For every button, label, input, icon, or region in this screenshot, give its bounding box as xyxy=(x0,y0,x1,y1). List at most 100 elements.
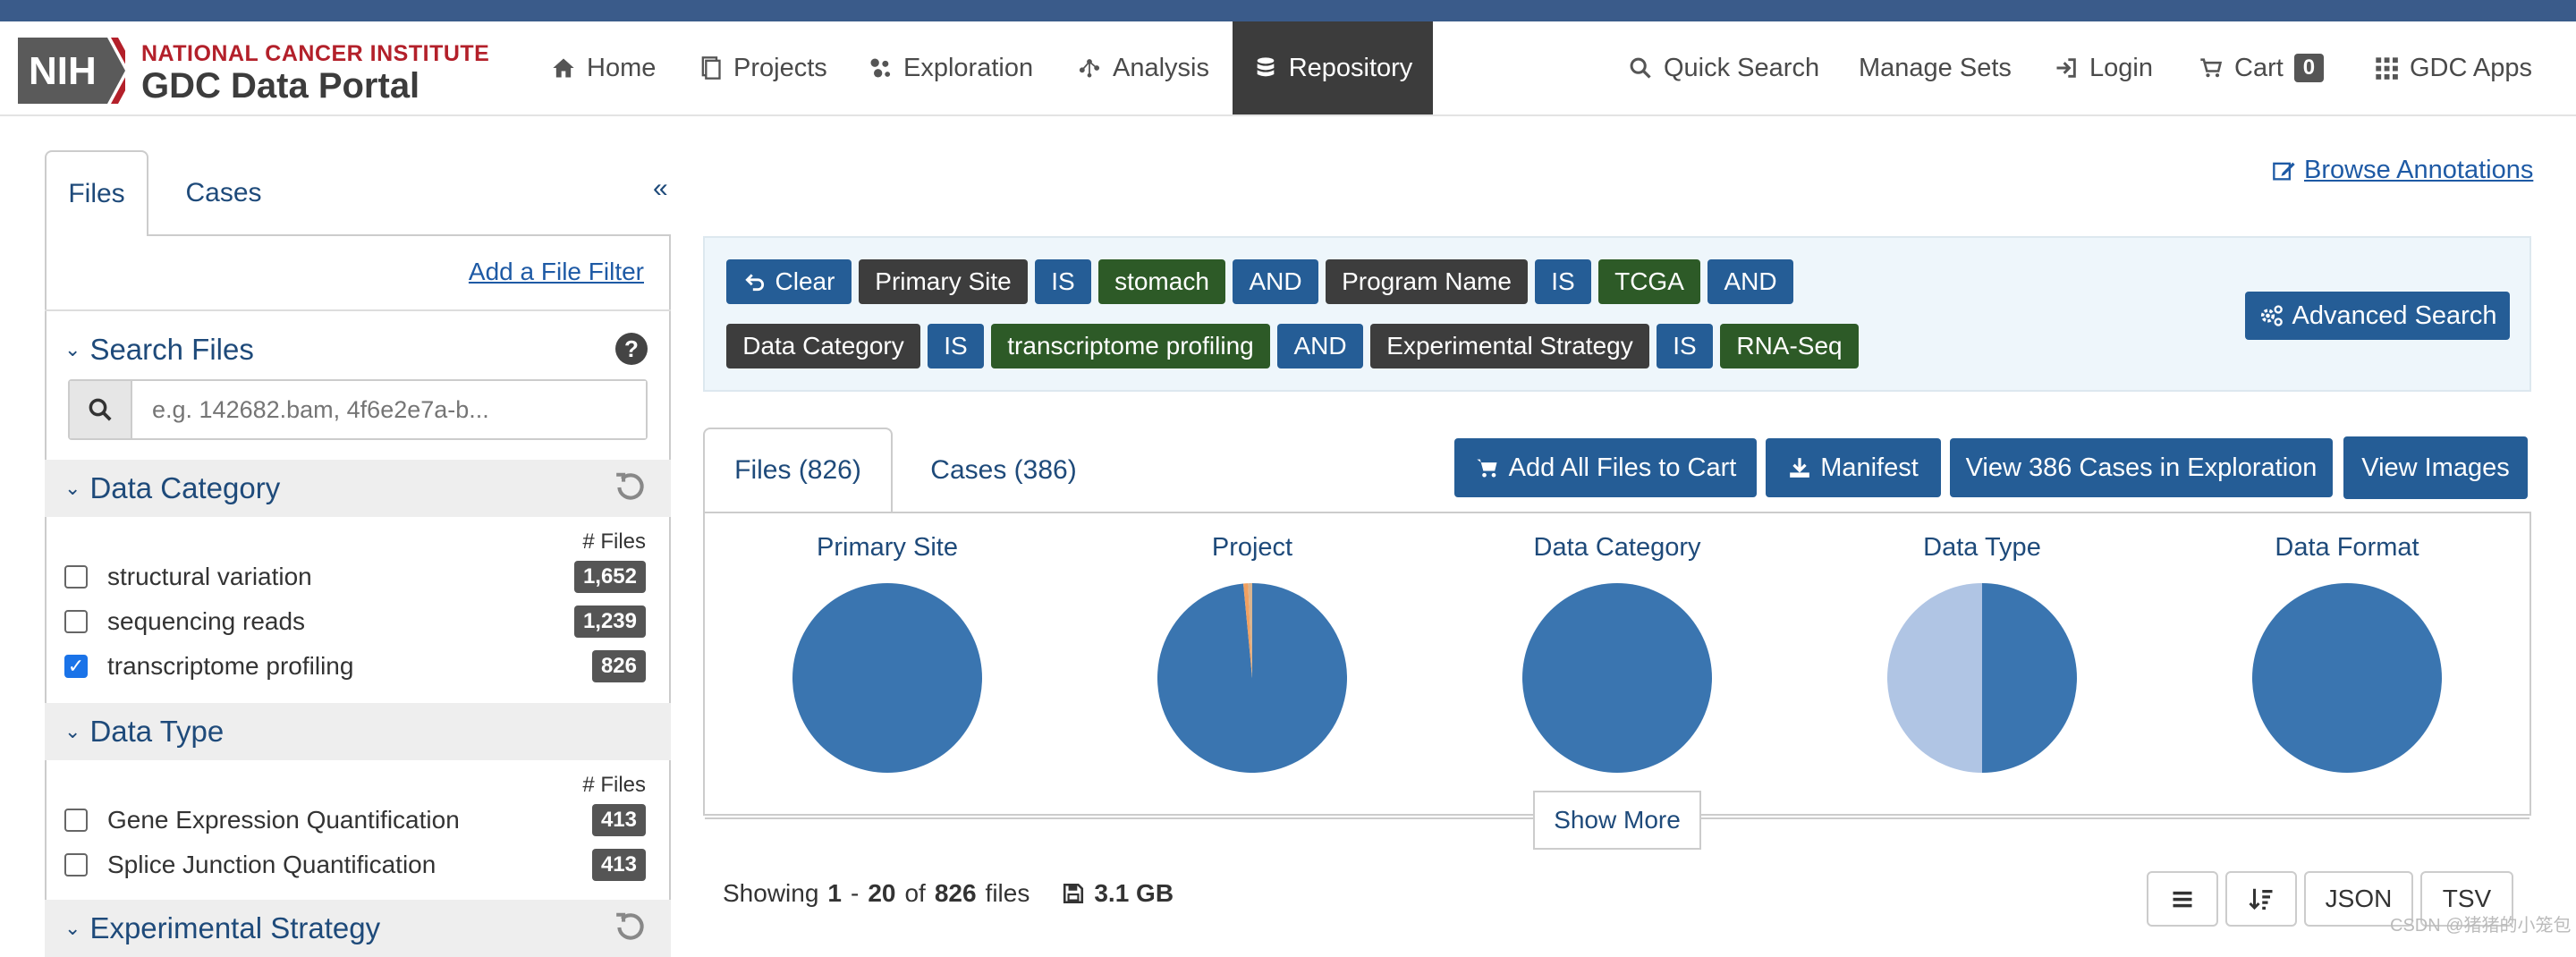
query-pill-program-name[interactable]: Program Name xyxy=(1326,259,1528,304)
projects-icon xyxy=(701,56,721,80)
query-pill-transcriptome-profiling[interactable]: transcriptome profiling xyxy=(991,324,1270,368)
checkbox-checked[interactable]: ✓ xyxy=(64,655,88,678)
experimental-strategy-title: Experimental Strategy xyxy=(89,911,381,944)
add-all-label: Add All Files to Cart xyxy=(1508,453,1737,482)
checkbox[interactable] xyxy=(64,853,88,877)
query-pill-tcga[interactable]: TCGA xyxy=(1598,259,1700,304)
facet-item-structural-variation[interactable]: structural variation 1,652 xyxy=(64,555,646,599)
chevron-down-icon: ⌄ xyxy=(64,720,81,742)
nav-repository[interactable]: Repository xyxy=(1233,21,1433,114)
gdc-apps-label: GDC Apps xyxy=(2410,53,2532,82)
add-file-filter-link[interactable]: Add a File Filter xyxy=(469,258,644,286)
files-count-header: # Files xyxy=(582,773,646,797)
facet-item-transcriptome-profiling[interactable]: ✓ transcriptome profiling 826 xyxy=(64,644,646,689)
count-badge: 413 xyxy=(591,804,646,836)
facet-item-label: Splice Junction Quantification xyxy=(107,851,436,878)
add-all-files-to-cart-button[interactable]: Add All Files to Cart xyxy=(1454,438,1757,497)
query-pill-rna-seq[interactable]: RNA-Seq xyxy=(1720,324,1859,368)
pie-slice[interactable] xyxy=(792,583,982,773)
login-button[interactable]: Login xyxy=(2054,21,2153,114)
facet-item-gene-expression[interactable]: Gene Expression Quantification 413 xyxy=(64,798,646,843)
manage-sets-button[interactable]: Manage Sets xyxy=(1859,21,2012,114)
gdc-apps-button[interactable]: GDC Apps xyxy=(2374,21,2532,114)
sign-in-icon xyxy=(2056,58,2076,78)
grid-icon xyxy=(2376,57,2398,80)
nav-home[interactable]: Home xyxy=(551,21,656,114)
pie-slice[interactable] xyxy=(1982,583,2077,773)
chart-title-data-category: Data Category xyxy=(1533,533,1701,562)
data-category-title: Data Category xyxy=(89,471,281,504)
tab-cases[interactable]: Cases (386) xyxy=(912,428,1095,513)
search-icon xyxy=(1630,57,1651,79)
nav-repository-label: Repository xyxy=(1288,53,1413,82)
query-pill-primary-site[interactable]: Primary Site xyxy=(859,259,1028,304)
showing-of: of xyxy=(904,879,926,907)
pie-charts xyxy=(792,583,2442,773)
checkbox[interactable] xyxy=(64,809,88,832)
query-pill-and[interactable]: AND xyxy=(1277,324,1363,368)
count-badge: 413 xyxy=(591,849,646,881)
showing-from: 1 xyxy=(827,879,842,907)
query-pill-and[interactable]: AND xyxy=(1233,259,1318,304)
reset-icon[interactable] xyxy=(614,470,648,504)
search-files-title: Search Files xyxy=(89,333,254,366)
search-files-header[interactable]: ⌄ Search Files xyxy=(64,333,254,367)
manifest-label: Manifest xyxy=(1820,453,1919,482)
save-icon xyxy=(1063,883,1084,904)
show-more-button[interactable]: Show More xyxy=(1533,791,1701,850)
search-files-box xyxy=(68,379,648,440)
nih-logo[interactable]: NIH xyxy=(18,38,136,104)
facet-item-splice-junction[interactable]: Splice Junction Quantification 413 xyxy=(64,843,646,887)
query-pill-is[interactable]: IS xyxy=(1535,259,1591,304)
query-pill-is[interactable]: IS xyxy=(928,324,984,368)
showing-prefix: Showing xyxy=(723,879,819,907)
files-count-header: # Files xyxy=(582,529,646,554)
nav-exploration[interactable]: Exploration xyxy=(868,21,1033,114)
view-images-button[interactable]: View Images xyxy=(2343,436,2528,499)
query-pill-is[interactable]: IS xyxy=(1657,324,1713,368)
quick-search-button[interactable]: Quick Search xyxy=(1628,21,1819,114)
query-pill-data-category[interactable]: Data Category xyxy=(726,324,920,368)
query-pill-and[interactable]: AND xyxy=(1707,259,1793,304)
facet-item-label: Gene Expression Quantification xyxy=(107,806,460,834)
browse-annotations-link[interactable]: Browse Annotations xyxy=(2272,156,2533,185)
count-badge: 1,239 xyxy=(573,606,646,638)
query-pill-is[interactable]: IS xyxy=(1035,259,1091,304)
data-category-header[interactable]: ⌄ Data Category xyxy=(45,460,671,517)
pie-slice[interactable] xyxy=(1887,583,1982,773)
clear-query-button[interactable]: Clear xyxy=(726,259,852,304)
table-arrange-columns-button[interactable] xyxy=(2147,871,2218,927)
advanced-search-label: Advanced Search xyxy=(2292,301,2497,330)
sidebar-tab-files[interactable]: Files xyxy=(45,150,148,236)
query-pill-experimental-strategy[interactable]: Experimental Strategy xyxy=(1370,324,1649,368)
clear-label: Clear xyxy=(775,267,835,295)
sort-button[interactable] xyxy=(2225,871,2297,927)
sidebar-tab-cases[interactable]: Cases xyxy=(170,150,277,236)
pie-slice[interactable] xyxy=(1522,583,1712,773)
checkbox[interactable] xyxy=(64,565,88,589)
facet-item-sequencing-reads[interactable]: sequencing reads 1,239 xyxy=(64,599,646,644)
showing-to: 20 xyxy=(868,879,896,907)
quick-search-label: Quick Search xyxy=(1664,53,1820,82)
count-badge: 1,652 xyxy=(573,561,646,593)
logo-line2: GDC Data Portal xyxy=(141,66,420,106)
help-icon[interactable]: ? xyxy=(615,333,648,365)
experimental-strategy-header[interactable]: ⌄ Experimental Strategy xyxy=(45,900,671,957)
pie-slice[interactable] xyxy=(2252,583,2442,773)
view-cases-in-exploration-button[interactable]: View 386 Cases in Exploration xyxy=(1950,438,2333,497)
watermark: CSDN @猪猪的小笼包 xyxy=(2390,916,2572,936)
chart-title-primary-site: Primary Site xyxy=(817,533,958,562)
exploration-icon xyxy=(870,58,891,78)
checkbox[interactable] xyxy=(64,610,88,633)
data-type-header[interactable]: ⌄ Data Type xyxy=(45,703,671,760)
search-files-input[interactable] xyxy=(132,381,646,438)
advanced-search-button[interactable]: Advanced Search xyxy=(2245,292,2510,340)
manifest-button[interactable]: Manifest xyxy=(1766,438,1941,497)
reset-icon[interactable] xyxy=(614,910,648,944)
cart-button[interactable]: Cart 0 xyxy=(2199,21,2325,114)
nav-projects[interactable]: Projects xyxy=(698,21,827,114)
tab-files[interactable]: Files (826) xyxy=(703,428,893,513)
query-pill-stomach[interactable]: stomach xyxy=(1098,259,1225,304)
nav-analysis[interactable]: Analysis xyxy=(1077,21,1209,114)
collapse-sidebar-icon[interactable]: « xyxy=(653,174,668,204)
